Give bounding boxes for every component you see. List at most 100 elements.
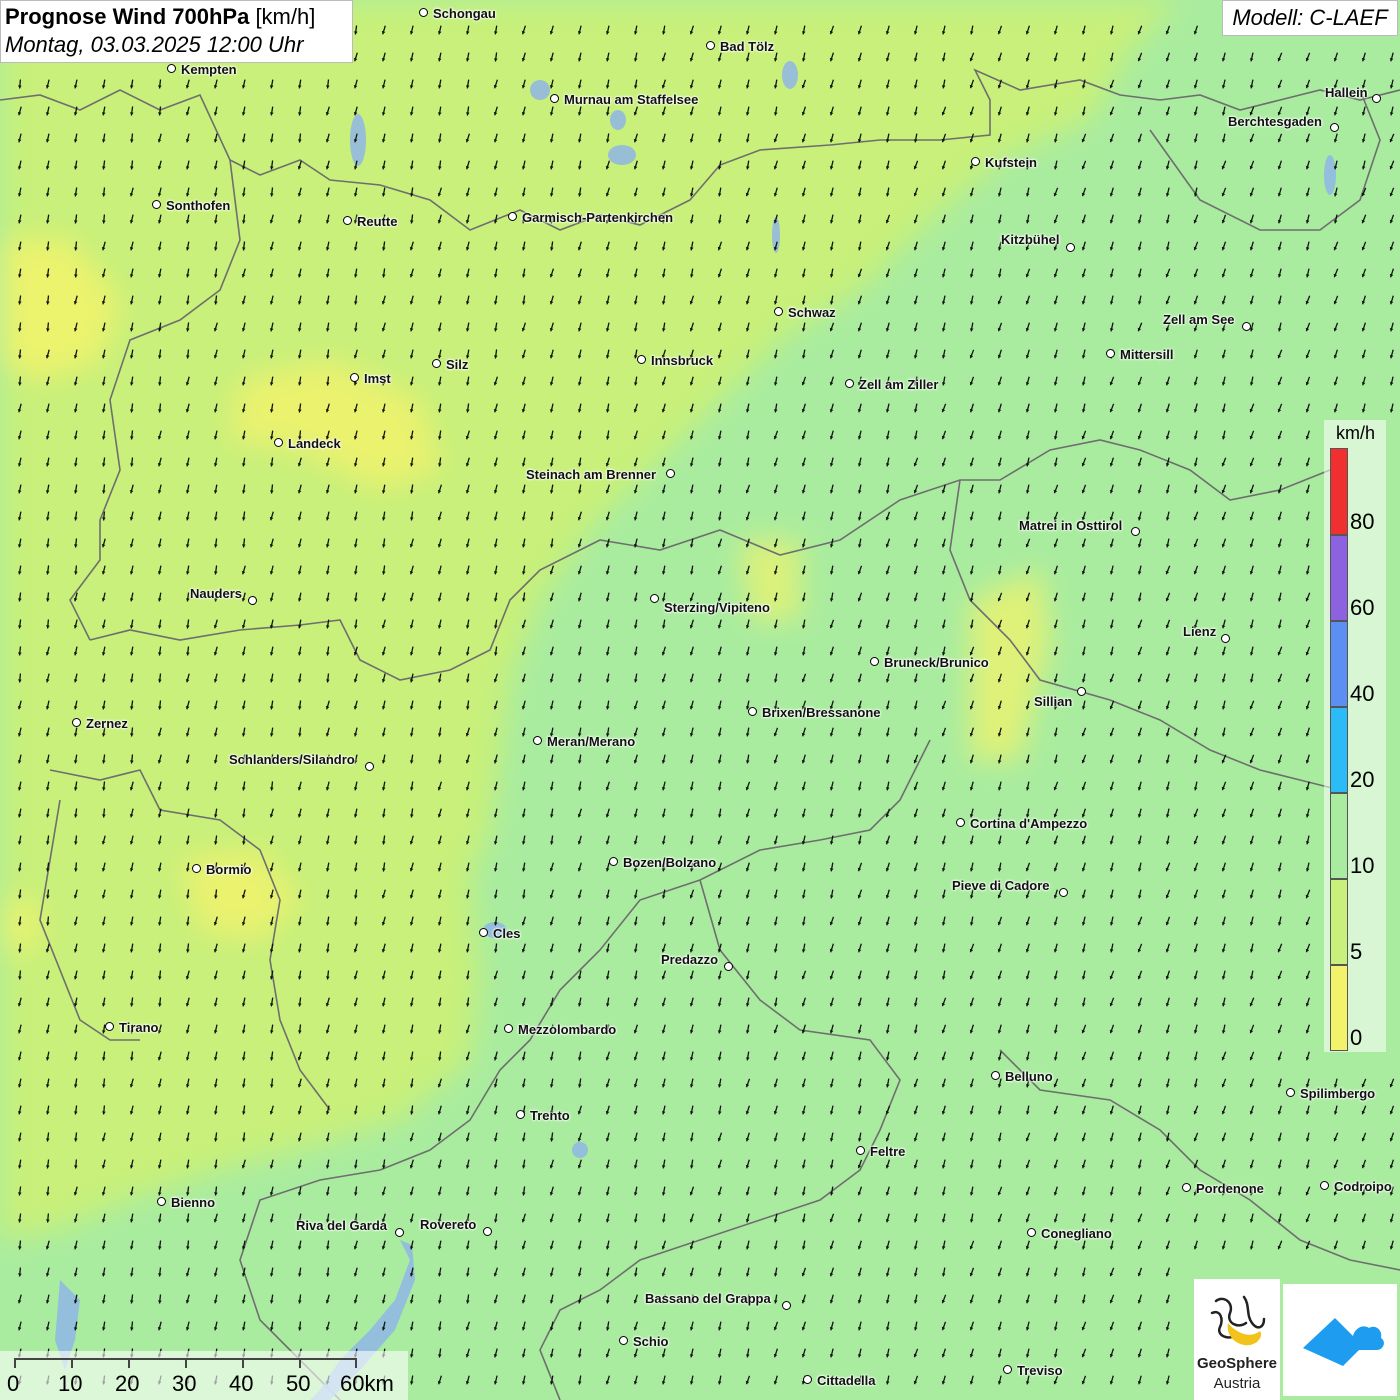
city-marker [782,1301,791,1310]
scale-tick [128,1358,130,1368]
city-marker [1286,1088,1295,1097]
city-marker [666,469,675,478]
city-marker [1027,1228,1036,1237]
city-label: Belluno [1005,1069,1053,1084]
city-label: Feltre [870,1144,906,1159]
city-marker [637,355,646,364]
scale-label: 0 [7,1371,20,1396]
legend-tick: 40 [1350,681,1375,706]
city-label: Garmisch-Partenkirchen [522,210,674,225]
city-label: Schwaz [788,305,836,320]
city-label: Schio [633,1334,669,1349]
city-label: Lienz [1183,624,1217,639]
city-label: Zernez [86,716,128,731]
city-label: Bozen/Bolzano [623,855,717,870]
map-title-unit: [km/h] [255,4,316,29]
city-label: Predazzo [661,952,719,967]
city-marker [609,857,618,866]
city-label: Trento [530,1108,570,1123]
city-marker [516,1110,525,1119]
city-marker [1221,634,1230,643]
legend-swatch-5-10 [1330,879,1348,965]
city-label: Cles [493,926,521,941]
scale-tick [185,1358,187,1368]
city-label: Sillian [1034,694,1073,709]
city-label: Sonthofen [166,198,231,213]
city-label: Sterzing/Vipiteno [664,600,770,615]
city-label: Mezzolombardo [518,1022,617,1037]
city-label: Matrei in Osttirol [1019,518,1123,533]
city-marker [365,762,374,771]
scale-tick [242,1358,244,1368]
city-marker [971,157,980,166]
city-label: Berchtesgaden [1228,114,1322,129]
city-marker [533,736,542,745]
city-label: Mittersill [1120,347,1174,362]
city-label: Codroipo [1334,1179,1392,1194]
city-marker [504,1024,513,1033]
city-marker [105,1022,114,1031]
city-label: Riva del Garda [296,1218,388,1233]
cloud-arrow-icon [1303,1318,1384,1366]
legend-swatch-40-60 [1330,621,1348,707]
city-label: Tirano [119,1020,159,1035]
scale-label: 40 [229,1371,254,1396]
scale-tick [71,1358,73,1368]
city-marker [343,216,352,225]
city-marker [248,596,257,605]
city-marker [1372,94,1381,103]
city-marker [1320,1181,1329,1190]
city-marker [1330,123,1339,132]
weather-app-logo [1283,1284,1397,1396]
scale-label: 10 [58,1371,83,1396]
city-marker [724,962,733,971]
city-label: Innsbruck [651,353,714,368]
legend-tick: 80 [1350,509,1375,534]
city-marker [856,1146,865,1155]
color-legend: km/h 80 60 40 20 10 5 0 [1324,420,1386,1052]
city-marker [845,379,854,388]
city-marker [870,657,879,666]
city-label: Nauders [190,586,243,601]
city-label: Brixen/Bressanone [762,705,881,720]
wind-forecast-map: Prognose Wind 700hPa [km/h] Montag, 03.0… [0,0,1400,1400]
city-label: Kempten [181,62,237,77]
geosphere-name: GeoSphere [1196,1355,1278,1372]
city-label: Rovereto [420,1217,477,1232]
city-marker [650,594,659,603]
city-marker [774,307,783,316]
legend-swatch-20-40 [1330,707,1348,793]
city-marker [432,359,441,368]
city-marker [956,818,965,827]
city-marker [1059,888,1068,897]
city-label: Cortina d'Ampezzo [970,816,1088,831]
legend-swatch-60-80 [1330,535,1348,621]
scale-tick [14,1358,16,1368]
city-label: Imst [364,371,391,386]
city-label: Schongau [433,6,496,21]
city-label: Kufstein [985,155,1037,170]
scale-label: 30 [172,1371,197,1396]
city-label: Pieve di Cadore [952,878,1050,893]
scale-bar: 0 10 20 30 40 50 60km [0,1351,408,1400]
city-label: Schlanders/Silandro [229,752,355,767]
city-marker [508,212,517,221]
city-marker [803,1375,812,1384]
city-label: Silz [446,357,469,372]
city-marker [192,864,201,873]
city-label: Spilimbergo [1300,1086,1376,1101]
scale-tick [355,1358,357,1368]
city-marker [152,200,161,209]
city-label: Conegliano [1041,1226,1112,1241]
map-title: Prognose Wind 700hPa [5,4,250,29]
legend-unit: km/h [1336,423,1376,443]
city-marker [395,1228,404,1237]
legend-swatch-0-5 [1330,965,1348,1051]
legend-tick: 60 [1350,595,1375,620]
scale-tick [299,1358,301,1368]
city-marker [619,1336,628,1345]
city-label: Landeck [288,436,341,451]
city-marker [72,718,81,727]
forecast-datetime: Montag, 03.03.2025 12:00 Uhr [5,32,304,57]
city-label: Bassano del Grappa [645,1291,771,1306]
